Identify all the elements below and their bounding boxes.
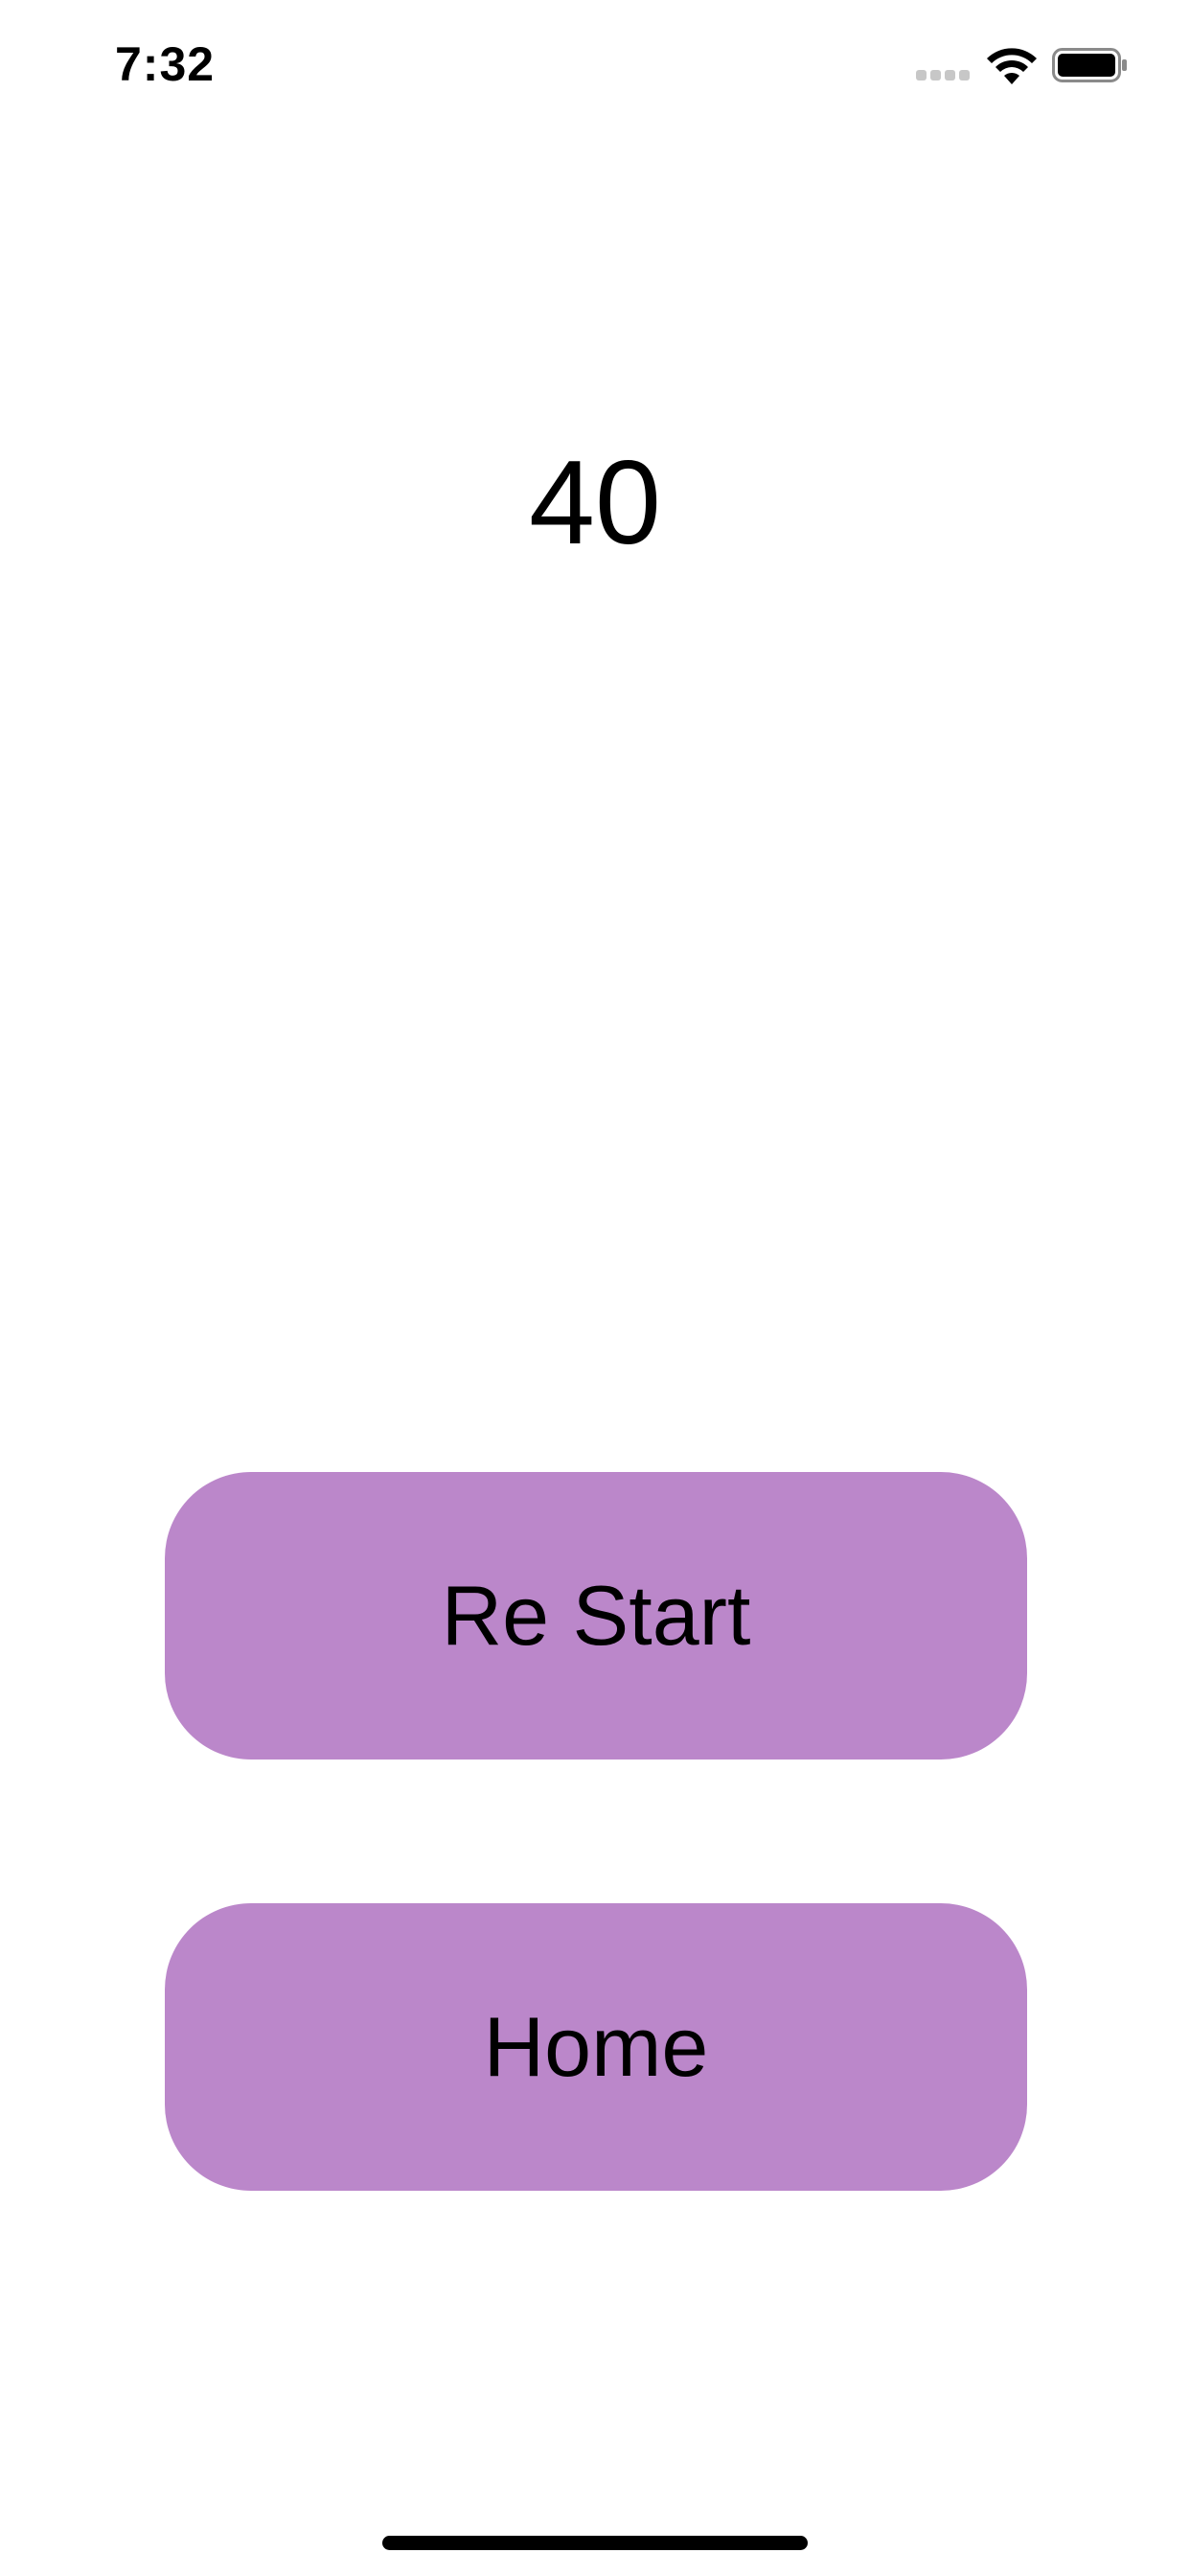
wifi-icon [987, 48, 1037, 84]
battery-icon [1052, 48, 1127, 82]
score-display: 40 [529, 437, 661, 569]
status-bar: 7:32 [0, 0, 1190, 126]
restart-button-label: Re Start [441, 1568, 751, 1663]
home-button[interactable]: Home [165, 1903, 1027, 2191]
cellular-signal-icon [916, 70, 970, 81]
home-indicator[interactable] [382, 2536, 808, 2550]
restart-button[interactable]: Re Start [165, 1472, 1027, 1760]
status-time: 7:32 [115, 37, 216, 91]
home-button-label: Home [483, 1999, 709, 2094]
